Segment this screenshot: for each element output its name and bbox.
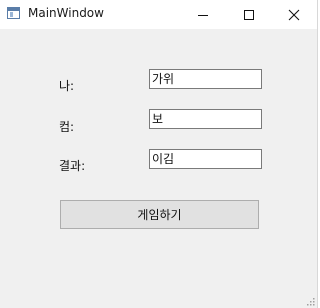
- play-game-button[interactable]: 게임하기: [60, 200, 259, 229]
- maximize-icon: [244, 9, 254, 20]
- resize-grip-icon[interactable]: [305, 296, 315, 306]
- minimize-button[interactable]: [180, 0, 226, 29]
- me-field[interactable]: 가위: [149, 69, 262, 89]
- computer-label: 컴:: [59, 120, 75, 134]
- close-button[interactable]: [271, 0, 317, 29]
- result-field[interactable]: 이김: [149, 149, 262, 169]
- main-window: MainWindow 나: 가위 컴: 보 결과: 이김 게임하기: [0, 0, 318, 308]
- title-bar[interactable]: MainWindow: [0, 0, 317, 29]
- me-label: 나:: [59, 79, 75, 93]
- maximize-button[interactable]: [226, 0, 272, 29]
- minimize-icon: [198, 14, 208, 16]
- computer-field[interactable]: 보: [149, 109, 262, 129]
- close-icon: [288, 9, 300, 20]
- app-window-icon: [7, 7, 20, 19]
- result-label: 결과:: [59, 159, 86, 173]
- window-title: MainWindow: [28, 6, 104, 20]
